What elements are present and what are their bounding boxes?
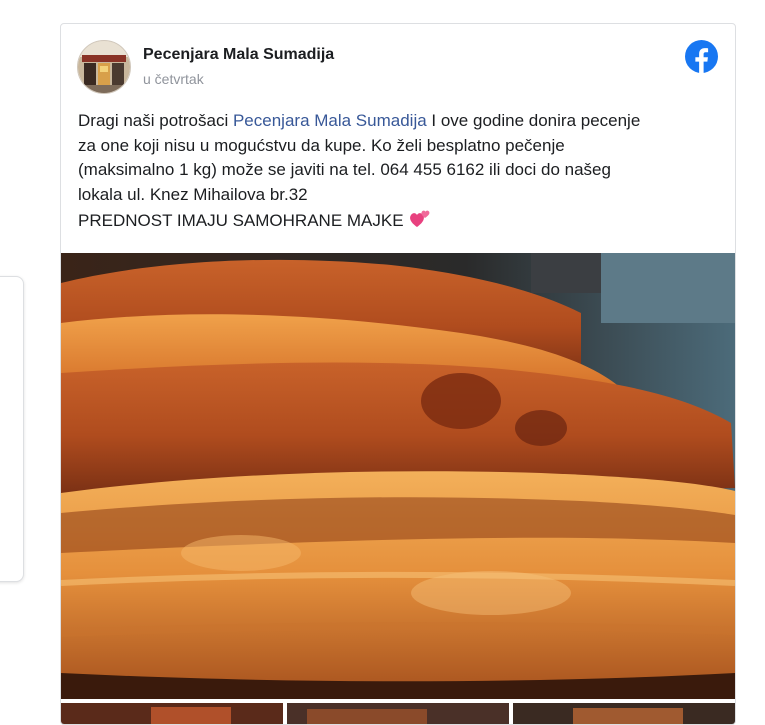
post-timestamp[interactable]: u četvrtak (143, 71, 204, 87)
facebook-post-card: Pecenjara Mala Sumadija u četvrtak Dragi… (60, 23, 736, 725)
message-text: Dragi naši potrošaci (78, 111, 233, 130)
post-photo-roast-pork[interactable] (61, 253, 735, 699)
page-avatar[interactable] (77, 40, 131, 94)
two-hearts-icon (409, 210, 430, 227)
photo-thumbnail-strip (61, 703, 735, 724)
post-message: Dragi naši potrošaci Pecenjara Mala Suma… (78, 109, 723, 234)
message-line-1: Dragi naši potrošaci Pecenjara Mala Suma… (78, 109, 723, 134)
message-line-3: (maksimalno 1 kg) može se javiti na tel.… (78, 160, 611, 179)
message-text: PREDNOST IMAJU SAMOHRANE MAJKE (78, 211, 404, 230)
page-name-link[interactable]: Pecenjara Mala Sumadija (143, 46, 334, 64)
post-header: Pecenjara Mala Sumadija u četvrtak (61, 24, 735, 104)
photo-thumbnail[interactable] (61, 703, 283, 724)
facebook-icon[interactable] (685, 40, 718, 73)
page-mention-link[interactable]: Pecenjara Mala Sumadija (233, 111, 427, 130)
message-text: I ove godine donira pecenje (426, 111, 641, 130)
photo-thumbnail[interactable] (513, 703, 735, 724)
message-line-4: lokala ul. Knez Mihailova br.32 (78, 184, 308, 204)
photo-thumbnail[interactable] (287, 703, 509, 724)
message-line-2: za one koji nisu u mogućstvu da kupe. Ko… (78, 135, 565, 155)
storefront-avatar-image (78, 41, 130, 93)
side-panel-card (0, 276, 24, 582)
message-line-5: PREDNOST IMAJU SAMOHRANE MAJKE (78, 207, 723, 234)
